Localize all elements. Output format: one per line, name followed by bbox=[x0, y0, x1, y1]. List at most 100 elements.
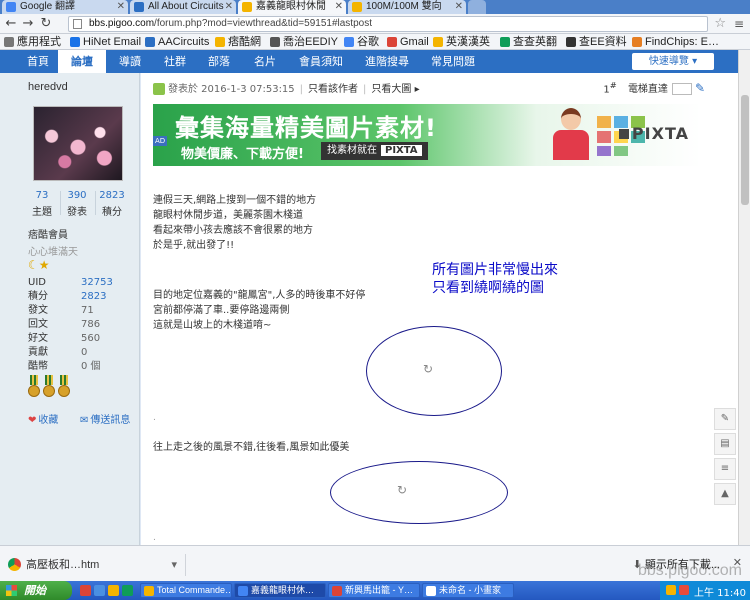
scrollbar-thumb[interactable] bbox=[741, 95, 749, 205]
ad-person-image bbox=[553, 108, 589, 164]
close-icon[interactable]: ✕ bbox=[335, 0, 343, 14]
bookmark-findchips[interactable]: FindChips: E… bbox=[632, 35, 719, 49]
only-large-images-link[interactable]: 只看大圖 bbox=[371, 84, 411, 95]
post-paragraph-2: 目的地定位嘉義的"龍鳳宮",人多的時後車不好停 宮前都停滿了車..要停路邊兩側 … bbox=[153, 290, 366, 331]
nav-forum[interactable]: 論壇 bbox=[58, 50, 106, 73]
chevron-down-icon[interactable]: ▾ bbox=[171, 554, 177, 576]
clock[interactable]: 上午 11:40 bbox=[694, 584, 746, 599]
nav-guide[interactable]: 導讀 bbox=[106, 50, 154, 73]
back-to-list-icon[interactable]: ≡ bbox=[714, 458, 736, 480]
stat-posts[interactable]: 390 發表 bbox=[62, 190, 92, 218]
floor-jump: 1# 電梯直達 ✎ bbox=[603, 80, 705, 96]
start-button[interactable]: 開始 bbox=[0, 581, 72, 600]
stat-credits[interactable]: 2823 積分 bbox=[97, 190, 127, 218]
author-name[interactable]: heredvd bbox=[28, 81, 68, 93]
download-item[interactable]: 高壓板和…htm ▾ bbox=[6, 554, 186, 576]
nav-faq[interactable]: 常見問題 bbox=[420, 50, 486, 73]
tray-icon[interactable] bbox=[679, 585, 689, 595]
url-bar[interactable]: bbs.pigoo.com/forum.php?mod=viewthread&t… bbox=[68, 16, 708, 32]
send-message-button[interactable]: ✉ 傳送訊息 bbox=[80, 411, 130, 426]
back-icon[interactable]: ← bbox=[3, 16, 19, 32]
medal-icon[interactable] bbox=[58, 375, 70, 399]
menu-icon[interactable]: ≡ bbox=[734, 17, 744, 31]
bookmark-george[interactable]: 喬治EEDIY bbox=[270, 35, 338, 49]
medal-icon[interactable] bbox=[43, 375, 55, 399]
task-yahoo[interactable]: 新興馬出籠 - Y… bbox=[328, 583, 420, 598]
quick-nav-button[interactable]: 快速導覽 ▾ bbox=[632, 53, 714, 70]
bookmark-chacha[interactable]: 查查英翻 bbox=[500, 35, 557, 49]
back-to-top-icon[interactable]: ▲ bbox=[714, 483, 736, 505]
bookmark-gmail[interactable]: Gmail bbox=[387, 35, 429, 49]
bookmark-ee-data[interactable]: 查EE資料 bbox=[566, 35, 627, 49]
medal-icon[interactable] bbox=[28, 375, 40, 399]
pigoo-icon bbox=[352, 2, 362, 12]
tray-icon[interactable] bbox=[666, 585, 676, 595]
tab-all-about-circuits[interactable]: All About Circuits ✕ bbox=[130, 0, 236, 14]
new-tab-button[interactable] bbox=[468, 0, 486, 14]
task-total-commander[interactable]: Total Commande… bbox=[140, 583, 232, 598]
favorite-button[interactable]: ❤ 收藏 bbox=[28, 411, 58, 426]
ad-banner[interactable]: AD 彙集海量精美圖片素材! 物美價廉、下載方便! 找素材就在 PIXTA PIX… bbox=[153, 104, 701, 166]
bookmark-star-icon[interactable]: ☆ bbox=[714, 16, 726, 31]
only-author-link[interactable]: 只看該作者 bbox=[308, 84, 358, 95]
user-title: 心心堆滿天 bbox=[28, 247, 78, 258]
bookmark-pigoo[interactable]: 痞酷網 bbox=[215, 35, 261, 49]
info-uid: UID 32753 bbox=[28, 277, 113, 288]
bookmark-dictionary[interactable]: 英漢漢英 bbox=[433, 35, 490, 49]
reply-icon[interactable]: ✎ bbox=[714, 408, 736, 430]
task-paint[interactable]: 未命名 - 小畫家 bbox=[422, 583, 514, 598]
quicklaunch-icon[interactable] bbox=[108, 585, 119, 596]
nav-advanced-search[interactable]: 進階搜尋 bbox=[354, 50, 420, 73]
close-icon[interactable]: ✕ bbox=[117, 0, 125, 14]
bookmark-hinet[interactable]: HiNet Email bbox=[70, 35, 141, 49]
annotation-note: 所有圖片非常慢出來 只看到繞啊繞的圖 bbox=[432, 261, 600, 321]
pen-icon[interactable]: ✎ bbox=[695, 81, 705, 95]
post-paragraph-1: 連假三天,網路上搜到一個不錯的地方 龍眼村休閒步道，美麗茶園木棧道 看起來帶小孩… bbox=[153, 195, 317, 251]
info-credits: 積分 2823 bbox=[28, 291, 107, 302]
info-replies: 回文 786 bbox=[28, 319, 101, 330]
avatar[interactable] bbox=[33, 106, 123, 181]
system-tray: 上午 11:40 bbox=[660, 581, 750, 600]
floor-input[interactable] bbox=[671, 83, 692, 96]
nav-home[interactable]: 首頁 bbox=[18, 50, 58, 73]
comment-icon[interactable]: ▤ bbox=[714, 433, 736, 455]
divider bbox=[95, 191, 96, 215]
tab-100m[interactable]: 100M/100M 雙向 ✕ bbox=[348, 0, 466, 14]
page-scrollbar[interactable] bbox=[738, 50, 750, 545]
browser-tabstrip: Google 翻譯 ✕ All About Circuits ✕ 嘉義龍眼村休閒… bbox=[0, 0, 750, 14]
ad-badge: AD bbox=[153, 136, 168, 146]
tab-google-translate[interactable]: Google 翻譯 ✕ bbox=[2, 0, 128, 14]
ad-cta-button[interactable]: 找素材就在 PIXTA bbox=[321, 142, 428, 160]
forum-nav: 首頁 論壇 導讀 社群 部落 名片 會員須知 進階搜尋 常見問題 快速導覽 ▾ bbox=[0, 50, 738, 73]
forward-icon[interactable]: → bbox=[20, 16, 36, 32]
info-coins: 酷幣 0 個 bbox=[28, 361, 101, 372]
chrome-icon bbox=[238, 586, 248, 596]
quicklaunch-icon[interactable] bbox=[122, 585, 133, 596]
folder-icon bbox=[270, 37, 280, 47]
ad-subline: 物美價廉、下載方便! bbox=[181, 147, 304, 162]
paint-icon bbox=[426, 586, 436, 596]
bookmark-google[interactable]: 谷歌 bbox=[344, 35, 379, 49]
quicklaunch-icon[interactable] bbox=[80, 585, 91, 596]
user-rank[interactable]: 痞酷會員 bbox=[28, 226, 68, 241]
quicklaunch-icon[interactable] bbox=[94, 585, 105, 596]
reload-icon[interactable]: ↻ bbox=[38, 16, 54, 32]
post-meta: 發表於 2016-1-3 07:53:15 | 只看該作者 | 只看大圖 ▸ bbox=[153, 80, 420, 95]
online-status-icon bbox=[153, 83, 165, 95]
author-sidebar: heredvd 73 主題 390 發表 2823 積分 痞酷會員 心心堆滿天 … bbox=[0, 73, 140, 545]
close-icon[interactable]: ✕ bbox=[455, 0, 463, 14]
folder-icon bbox=[433, 37, 443, 47]
apps-grid-icon bbox=[4, 37, 14, 47]
task-chrome-forum[interactable]: 嘉義龍眼村休… bbox=[234, 583, 326, 598]
play-arrow-icon[interactable]: ▸ bbox=[411, 84, 420, 95]
aac-icon bbox=[145, 37, 155, 47]
bookmark-apps[interactable]: 應用程式 bbox=[4, 35, 61, 49]
bookmark-aacircuits[interactable]: AACircuits bbox=[145, 35, 209, 49]
pigoo-icon bbox=[242, 2, 252, 12]
refresh-icon: ↻ bbox=[423, 362, 434, 376]
stat-topics[interactable]: 73 主題 bbox=[27, 190, 57, 218]
close-icon[interactable]: ✕ bbox=[225, 0, 233, 14]
tab-active-forum[interactable]: 嘉義龍眼村休閒 ✕ bbox=[238, 0, 346, 14]
browser-icon bbox=[332, 586, 342, 596]
bookmarks-bar: 應用程式 HiNet Email AACircuits 痞酷網 喬治EEDIY … bbox=[0, 34, 750, 50]
